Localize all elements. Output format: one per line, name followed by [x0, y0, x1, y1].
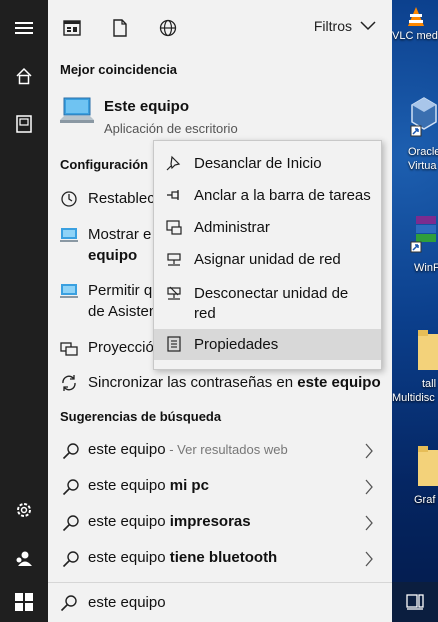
user-icon[interactable] — [0, 538, 48, 578]
suggestion-text: este equipo — [88, 477, 170, 494]
desktop-label-vlc: VLC med — [392, 30, 438, 42]
config-item-label: Mostrar e — [88, 226, 152, 243]
menu-item-properties[interactable]: Propiedades — [154, 329, 381, 360]
windows-logo-icon — [15, 593, 33, 611]
suggestion-bold: mi pc — [169, 477, 209, 494]
suggestion-text: este equipo — [88, 549, 170, 566]
task-view-button[interactable] — [392, 582, 438, 622]
home-icon[interactable] — [0, 56, 48, 96]
desktop-label-multidisc: Multidisc — [392, 392, 435, 404]
disconnect-drive-icon — [167, 286, 181, 300]
chevron-right-icon — [365, 443, 373, 459]
monitor-icon — [60, 284, 78, 298]
best-match-subtitle: Aplicación de escritorio — [104, 121, 238, 136]
search-icon — [62, 515, 79, 532]
chevron-right-icon — [365, 479, 373, 495]
config-item-label-2: de Asisten — [88, 303, 158, 320]
restore-icon — [61, 191, 77, 207]
menu-item-unpin[interactable]: Desanclar de Inicio — [154, 151, 381, 177]
search-icon — [62, 551, 79, 568]
suggestion-item[interactable]: este equipo mi pc — [60, 470, 382, 504]
suggestion-extra: - Ver resultados web — [165, 442, 288, 457]
config-heading: Configuración — [60, 157, 149, 172]
menu-item-manage[interactable]: Administrar — [154, 215, 381, 241]
search-icon — [62, 479, 79, 496]
project-icon — [60, 342, 78, 356]
documents-icon[interactable] — [0, 104, 48, 144]
context-menu: Desanclar de Inicio Anclar a la barra de… — [153, 140, 382, 370]
best-match-heading: Mejor coincidencia — [60, 62, 178, 77]
desktop-label-tall: tall — [422, 378, 437, 390]
search-icon — [62, 443, 79, 460]
apps-filter-icon[interactable] — [62, 18, 82, 38]
chevron-down-icon — [360, 21, 376, 31]
chevron-right-icon — [365, 551, 373, 567]
virtualbox-desktop-icon[interactable] — [410, 96, 438, 138]
menu-item-label-2: red — [194, 305, 216, 322]
computer-icon — [60, 97, 94, 123]
filters-label: Filtros — [313, 18, 352, 34]
folder-desktop-icon[interactable] — [418, 328, 438, 372]
menu-item-map-drive[interactable]: Asignar unidad de red — [154, 247, 381, 273]
suggestion-item[interactable]: este equipo impresoras — [60, 506, 382, 540]
filter-toolbar: Filtros — [48, 0, 392, 56]
monitor-icon — [60, 228, 78, 242]
task-view-icon — [406, 594, 424, 610]
start-rail — [0, 0, 48, 582]
web-filter-icon[interactable] — [158, 18, 178, 38]
filters-dropdown[interactable]: Filtros — [314, 18, 376, 34]
map-drive-icon — [167, 253, 181, 266]
taskbar-search-box[interactable]: este equipo — [48, 582, 392, 622]
manage-icon — [166, 220, 182, 235]
config-item-label: Permitir q — [88, 282, 153, 299]
desktop-label-winrar: WinF — [414, 262, 438, 274]
documents-filter-icon[interactable] — [110, 18, 130, 38]
suggestions-heading: Sugerencias de búsqueda — [60, 409, 222, 424]
pin-taskbar-icon — [167, 190, 179, 200]
desktop-background: VLC med Oracle Virtua WinF tall Multidis… — [392, 0, 438, 622]
chevron-right-icon — [365, 515, 373, 531]
suggestion-text: este equipo — [88, 513, 170, 530]
sync-icon — [62, 375, 76, 391]
suggestion-text: este equipo — [88, 441, 166, 458]
suggestion-bold: impresoras — [169, 513, 251, 530]
vlc-desktop-icon[interactable] — [406, 6, 426, 28]
suggestion-item[interactable]: este equipo tiene bluetooth — [60, 542, 382, 576]
hamburger-icon[interactable] — [0, 8, 48, 48]
folder-desktop-icon-2[interactable] — [418, 444, 438, 488]
desktop-label-virtual: Virtua — [408, 160, 437, 172]
best-match-title: Este equipo — [104, 98, 190, 115]
config-item-label: Restablec — [88, 190, 155, 207]
sync-label-bold: este equipo — [297, 374, 381, 391]
winrar-desktop-icon[interactable] — [410, 212, 438, 254]
desktop-label-oracle: Oracle — [408, 146, 438, 158]
menu-item-label: Anclar a la barra de tareas — [194, 187, 371, 204]
settings-icon[interactable] — [0, 490, 48, 530]
search-input[interactable]: este equipo — [88, 594, 166, 611]
config-item-label: Proyecció — [88, 339, 154, 356]
menu-item-label: Asignar unidad de red — [194, 251, 341, 268]
menu-item-disconnect-drive[interactable]: Desconectar unidad de red — [154, 279, 381, 325]
search-icon — [60, 595, 77, 612]
menu-item-pin-taskbar[interactable]: Anclar a la barra de tareas — [154, 183, 381, 209]
suggestion-bold: tiene bluetooth — [169, 549, 278, 566]
desktop-label-graf: Graf — [414, 494, 436, 506]
suggestion-item[interactable]: este equipo - Ver resultados web — [60, 434, 382, 468]
best-match-result[interactable]: Este equipo Aplicación de escritorio — [60, 92, 380, 140]
properties-icon — [167, 336, 181, 352]
start-button[interactable] — [0, 582, 48, 622]
config-item-label-bold: equipo — [88, 247, 138, 264]
sync-label: Sincronizar las contraseñas en — [88, 374, 298, 391]
menu-item-label: Propiedades — [194, 336, 279, 353]
unpin-icon — [166, 155, 181, 171]
menu-item-label: Administrar — [194, 219, 270, 236]
menu-item-label: Desconectar unidad de — [194, 285, 349, 302]
menu-item-label: Desanclar de Inicio — [194, 155, 322, 172]
